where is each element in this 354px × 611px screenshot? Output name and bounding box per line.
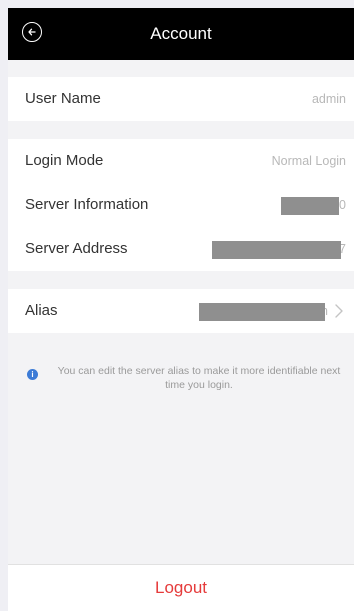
login-mode-row: Login Mode Normal Login [8, 139, 354, 183]
server-information-label: Server Information [25, 196, 149, 213]
login-mode-value: Normal Login [271, 154, 346, 168]
server-information-redacted [281, 197, 339, 215]
alias-label: Alias [25, 302, 58, 319]
server-address-redacted [212, 241, 341, 259]
account-content: User Name admin Login Mode Normal Login … [8, 60, 354, 611]
server-address-row: Server Address 7 [8, 227, 354, 271]
logout-button[interactable]: Logout [8, 564, 354, 611]
login-mode-label: Login Mode [25, 152, 104, 169]
header-bar: Account [8, 8, 354, 60]
user-name-label: User Name [25, 90, 101, 107]
alias-hint-text: You can edit the server alias to make it… [57, 365, 341, 391]
server-information-row: Server Information 0 [8, 183, 354, 227]
alias-row[interactable]: Alias n [8, 289, 354, 333]
user-name-row: User Name admin [8, 77, 354, 121]
user-name-value: admin [311, 92, 346, 106]
server-information-value-tail: 0 [339, 198, 346, 212]
chevron-right-icon [335, 304, 343, 318]
page-title: Account [150, 24, 212, 43]
server-address-label: Server Address [25, 240, 128, 257]
alias-redacted [199, 303, 325, 321]
info-icon: i [27, 369, 38, 380]
